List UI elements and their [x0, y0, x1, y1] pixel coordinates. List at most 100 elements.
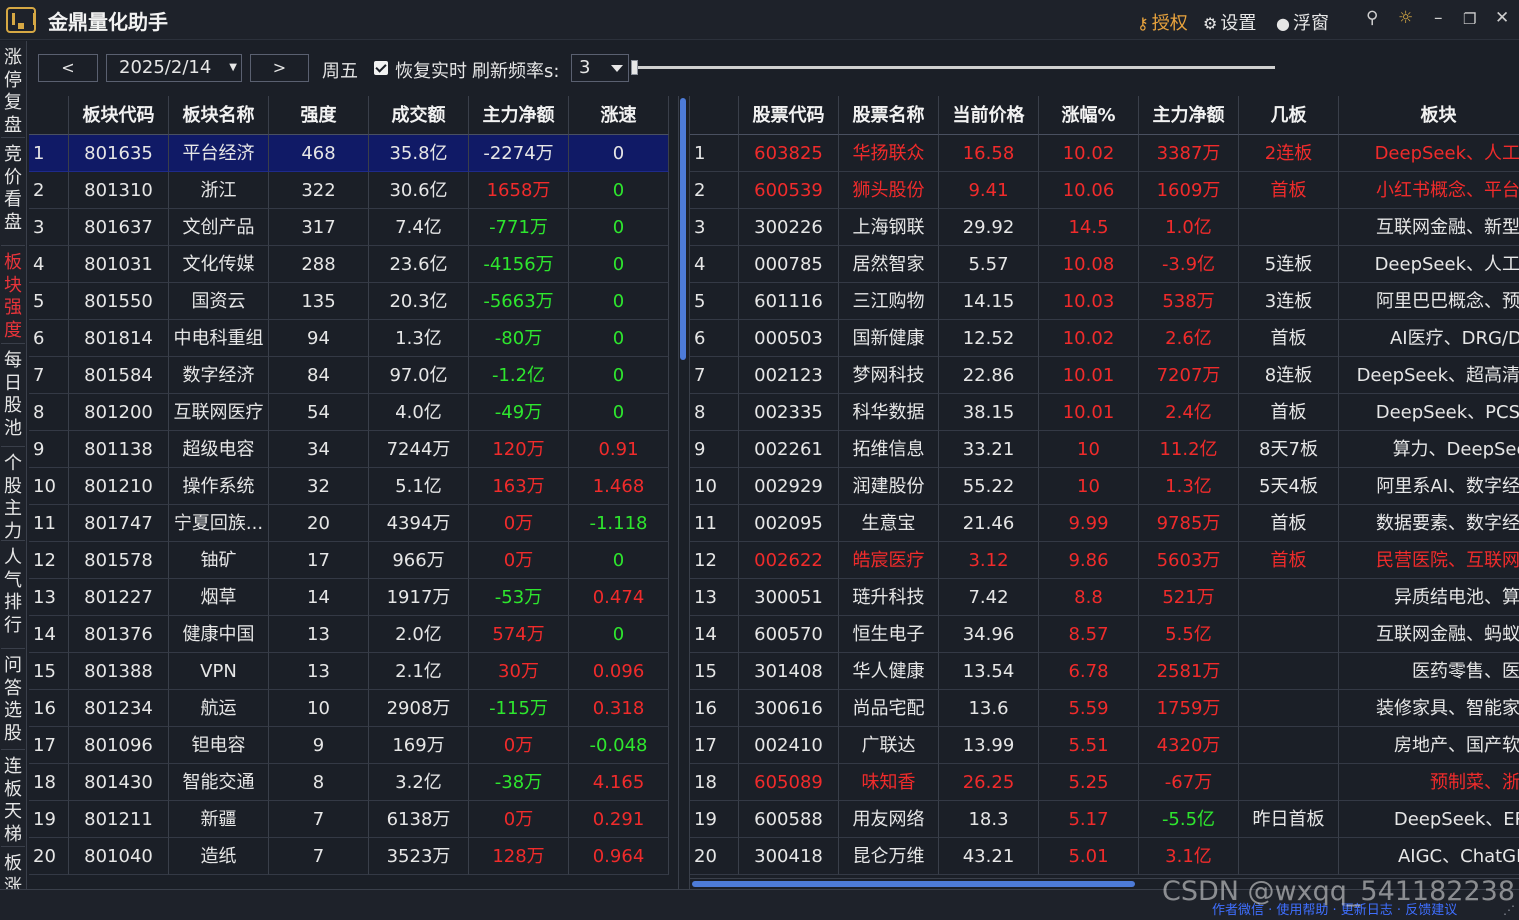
- sun-icon[interactable]: ☼: [1398, 8, 1413, 28]
- scrollbar-thumb[interactable]: [680, 98, 686, 360]
- table-row[interactable]: 8 801200 互联网医疗 54 4.0亿 -49万 0: [29, 394, 669, 431]
- table-row[interactable]: 13 801227 烟草 14 1917万 -53万 0.474: [29, 579, 669, 616]
- side-tab-1[interactable]: 竞价看盘: [1, 140, 25, 246]
- chevron-down-icon[interactable]: ▼: [229, 55, 237, 81]
- table-row[interactable]: 6 801814 中电科重组 94 1.3亿 -80万 0: [29, 320, 669, 357]
- scrollbar-thumb[interactable]: [692, 881, 1135, 887]
- column-header[interactable]: 主力净额: [1139, 96, 1239, 135]
- cell-turnover: 6138万: [369, 801, 469, 838]
- date-picker[interactable]: 2025/2/14 ▼: [106, 54, 242, 82]
- table-row[interactable]: 14 801376 健康中国 13 2.0亿 574万 0: [29, 616, 669, 653]
- table-row[interactable]: 9002261拓维信息33.211011.2亿8天7板算力、DeepSeek: [690, 431, 1519, 468]
- table-row[interactable]: 17 801096 钽电容 9 169万 0万 -0.048: [29, 727, 669, 764]
- table-row[interactable]: 4000785居然智家5.5710.08-3.9亿5连板DeepSeek、人工智: [690, 246, 1519, 283]
- cell-price: 21.46: [939, 505, 1039, 542]
- table-row[interactable]: 8002335科华数据38.1510.012.4亿首板DeepSeek、PCS设: [690, 394, 1519, 431]
- table-row[interactable]: 7 002123 梦网科技 22.86 10.01 7207万 8连板 DeepSeek、超高…: [690, 357, 1519, 394]
- cell-name: 科华数据: [839, 394, 939, 431]
- realtime-checkbox[interactable]: [374, 61, 388, 75]
- table-row[interactable]: 5601116三江购物14.1510.03538万3连板阿里巴巴概念、预制: [690, 283, 1519, 320]
- cell-idx: 8: [29, 394, 69, 431]
- column-header[interactable]: 板块名称: [169, 96, 269, 135]
- table-row[interactable]: 12002622皓宸医疗3.129.865603万首板民营医院、互联网金: [690, 542, 1519, 579]
- side-tab-2[interactable]: 板块强度: [1, 248, 25, 344]
- refresh-slider-handle[interactable]: [631, 60, 638, 75]
- pin-icon[interactable]: ⚲: [1366, 8, 1378, 28]
- table-row[interactable]: 18 801430 智能交通 8 3.2亿 -38万 4.165: [29, 764, 669, 801]
- column-header[interactable]: 板块: [1339, 96, 1519, 135]
- table-row[interactable]: 18605089味知香26.255.25-67万 预制菜、浙江: [690, 764, 1519, 801]
- table-row[interactable]: 14600570恒生电子34.968.575.5亿 互联网金融、蚂蚁金: [690, 616, 1519, 653]
- table-row[interactable]: 6000503国新健康12.5210.022.6亿首板AI医疗、DRG/DIP: [690, 320, 1519, 357]
- table-row[interactable]: 7 801584 数字经济 84 97.0亿 -1.2亿 0: [29, 357, 669, 394]
- table-row[interactable]: 11 801747 宁夏回族... 20 4394万 0万 -1.118: [29, 505, 669, 542]
- side-tab-7[interactable]: 连板天梯: [1, 752, 25, 847]
- column-header[interactable]: 涨幅%: [1039, 96, 1139, 135]
- column-header[interactable]: 几板: [1239, 96, 1339, 135]
- table-row[interactable]: 15301408华人健康13.546.782581万 医药零售、医药: [690, 653, 1519, 690]
- table-row[interactable]: 2 801310 浙江 322 30.6亿 1658万 0: [29, 172, 669, 209]
- table-row[interactable]: 11002095生意宝21.469.999785万首板数据要素、数字经济: [690, 505, 1519, 542]
- table-row[interactable]: 9 801138 超级电容 34 7244万 120万 0.91: [29, 431, 669, 468]
- table-row[interactable]: 16 801234 航运 10 2908万 -115万 0.318: [29, 690, 669, 727]
- toolbar: < 2025/2/14 ▼ > 周五 恢复实时 刷新频率s: 3: [28, 41, 1519, 96]
- table-row[interactable]: 3300226上海钢联29.9214.51.0亿 互联网金融、新型工: [690, 209, 1519, 246]
- table-row[interactable]: 19 801211 新疆 7 6138万 0万 0.291: [29, 801, 669, 838]
- close-icon[interactable]: ✕: [1495, 8, 1509, 28]
- column-header[interactable]: 主力净额: [469, 96, 569, 135]
- cell-speed: 0.096: [569, 653, 669, 690]
- cell-idx: 20: [690, 838, 739, 875]
- refresh-slider-track[interactable]: [634, 66, 1275, 69]
- side-tab-5[interactable]: 人气排行: [1, 543, 25, 649]
- side-tab-3[interactable]: 每日股池: [1, 346, 25, 447]
- column-header[interactable]: 涨速: [569, 96, 669, 135]
- cell-strength: 322: [269, 172, 369, 209]
- table-row[interactable]: 19600588用友网络18.35.17-5.5亿昨日首板DeepSeek、ER…: [690, 801, 1519, 838]
- table-row[interactable]: 10002929润建股份55.22101.3亿5天4板阿里系AI、数字经济: [690, 468, 1519, 505]
- table-row[interactable]: 20 801040 造纸 7 3523万 128万 0.964: [29, 838, 669, 875]
- next-day-button[interactable]: >: [250, 54, 309, 82]
- table-row[interactable]: 15 801388 VPN 13 2.1亿 30万 0.096: [29, 653, 669, 690]
- column-header[interactable]: 股票代码: [739, 96, 839, 135]
- column-header[interactable]: 成交额: [369, 96, 469, 135]
- cell-idx: 2: [29, 172, 69, 209]
- table-row[interactable]: 2600539狮头股份9.4110.061609万首板小红书概念、平台经: [690, 172, 1519, 209]
- side-tab-6[interactable]: 问答选股: [1, 651, 25, 750]
- table-row[interactable]: 1 603825 华扬联众 16.58 10.02 3387万 2连板 DeepSeek、人工…: [690, 135, 1519, 172]
- license-button[interactable]: ⚷ 授权: [1137, 9, 1188, 35]
- column-header[interactable]: 强度: [269, 96, 369, 135]
- table-row[interactable]: 13300051琏升科技7.428.8521万 异质结电池、算力: [690, 579, 1519, 616]
- cell-net: 128万: [469, 838, 569, 875]
- cell-code: 801550: [69, 283, 169, 320]
- cell-price: 5.57: [939, 246, 1039, 283]
- table-row[interactable]: 3 801637 文创产品 317 7.4亿 -771万 0: [29, 209, 669, 246]
- cell-turnover: 2908万: [369, 690, 469, 727]
- table-row[interactable]: 10 801210 操作系统 32 5.1亿 163万 1.468: [29, 468, 669, 505]
- table-row[interactable]: 4 801031 文化传媒 288 23.6亿 -4156万 0: [29, 246, 669, 283]
- table-row[interactable]: 16300616尚品宅配13.65.591759万 装修家具、智能家居: [690, 690, 1519, 727]
- cell-strength: 10: [269, 690, 369, 727]
- sector-table-scrollbar[interactable]: [678, 96, 687, 889]
- column-header[interactable]: 当前价格: [939, 96, 1039, 135]
- prev-day-button[interactable]: <: [38, 54, 98, 82]
- cell-idx: 8: [690, 394, 739, 431]
- side-tab-4[interactable]: 个股主力: [1, 449, 25, 542]
- cell-strength: 468: [269, 135, 369, 172]
- maximize-icon[interactable]: ❐: [1463, 10, 1476, 28]
- header-index: [29, 96, 69, 135]
- table-row[interactable]: 12 801578 铀矿 17 966万 0万 0: [29, 542, 669, 579]
- caret-down-icon: [611, 65, 623, 72]
- cell-net: 1658万: [469, 172, 569, 209]
- side-tab-0[interactable]: 涨停复盘: [1, 43, 25, 138]
- table-row[interactable]: 20300418昆仑万维43.215.013.1亿 AIGC、ChatGPT: [690, 838, 1519, 875]
- table-row[interactable]: 17002410广联达13.995.514320万 房地产、国产软件: [690, 727, 1519, 764]
- table-row[interactable]: 5 801550 国资云 135 20.3亿 -5663万 0: [29, 283, 669, 320]
- float-window-button[interactable]: ● 浮窗: [1276, 9, 1329, 35]
- side-tab-8[interactable]: 板涨: [1, 849, 25, 890]
- table-row[interactable]: 1 801635 平台经济 468 35.8亿 -2274万 0: [29, 135, 669, 172]
- refresh-rate-select[interactable]: 3: [571, 54, 629, 82]
- settings-button[interactable]: ⚙ 设置: [1203, 9, 1256, 35]
- column-header[interactable]: 板块代码: [69, 96, 169, 135]
- column-header[interactable]: 股票名称: [839, 96, 939, 135]
- minimize-icon[interactable]: –: [1434, 8, 1443, 28]
